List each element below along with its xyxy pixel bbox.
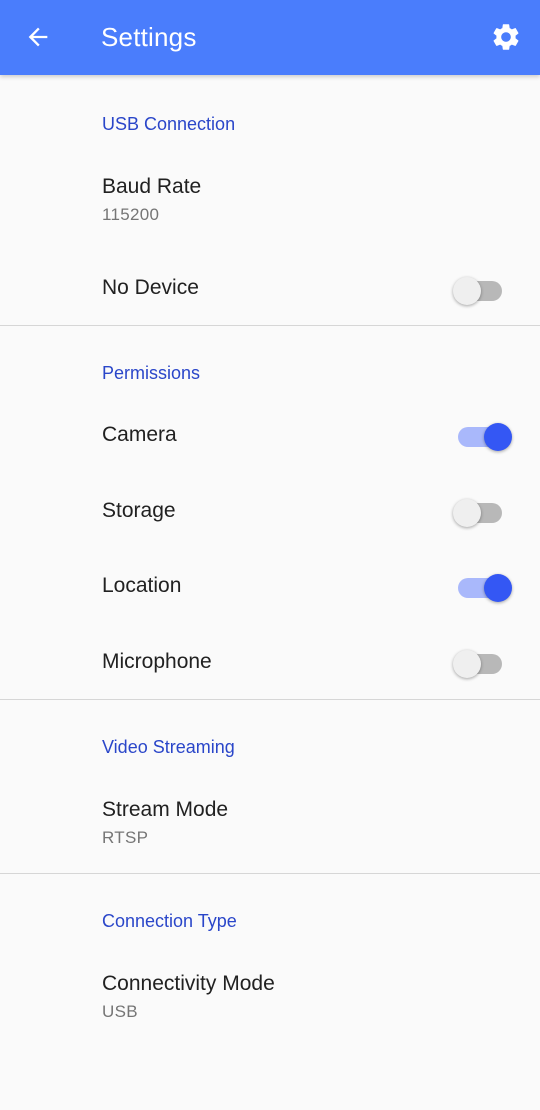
section-header-usb-connection: USB Connection xyxy=(102,114,236,134)
microphone-title: Microphone xyxy=(102,650,212,673)
microphone-preference[interactable]: Microphone xyxy=(0,627,540,697)
baud-rate-title: Baud Rate xyxy=(102,175,202,198)
section-header-video-streaming: Video Streaming xyxy=(102,737,235,757)
section-divider xyxy=(0,873,540,874)
arrow-back-icon xyxy=(28,27,48,47)
connectivity-mode-preference[interactable]: Connectivity Mode USB xyxy=(0,957,540,1037)
switch-thumb xyxy=(484,423,512,451)
location-switch[interactable] xyxy=(454,570,512,602)
location-title: Location xyxy=(102,574,182,597)
settings-button[interactable] xyxy=(486,17,526,57)
location-preference[interactable]: Location xyxy=(0,551,540,621)
stream-mode-preference[interactable]: Stream Mode RTSP xyxy=(0,783,540,863)
connectivity-mode-title: Connectivity Mode xyxy=(102,972,275,995)
section-divider xyxy=(0,699,540,700)
baud-rate-value: 115200 xyxy=(102,205,160,224)
switch-thumb xyxy=(453,277,481,305)
section-header-connection-type: Connection Type xyxy=(102,911,237,931)
camera-preference[interactable]: Camera xyxy=(0,400,540,470)
microphone-switch[interactable] xyxy=(453,646,506,678)
no-device-title: No Device xyxy=(102,276,199,299)
section-header-permissions: Permissions xyxy=(102,363,201,383)
app-bar: Settings xyxy=(0,0,540,75)
camera-title: Camera xyxy=(102,423,177,446)
no-device-preference[interactable]: No Device xyxy=(0,255,540,320)
no-device-switch[interactable] xyxy=(453,273,506,305)
storage-switch[interactable] xyxy=(453,495,506,527)
storage-preference[interactable]: Storage xyxy=(0,476,540,546)
page-title: Settings xyxy=(101,22,197,52)
connectivity-mode-value: USB xyxy=(102,1002,138,1021)
camera-switch[interactable] xyxy=(454,419,512,451)
back-button[interactable] xyxy=(18,17,58,57)
switch-thumb xyxy=(484,574,512,602)
storage-title: Storage xyxy=(102,499,176,522)
baud-rate-preference[interactable]: Baud Rate 115200 xyxy=(0,160,540,240)
section-divider xyxy=(0,325,540,326)
switch-thumb xyxy=(453,499,481,527)
switch-thumb xyxy=(453,650,481,678)
stream-mode-value: RTSP xyxy=(102,828,149,847)
stream-mode-title: Stream Mode xyxy=(102,798,229,821)
gear-icon xyxy=(493,24,519,50)
